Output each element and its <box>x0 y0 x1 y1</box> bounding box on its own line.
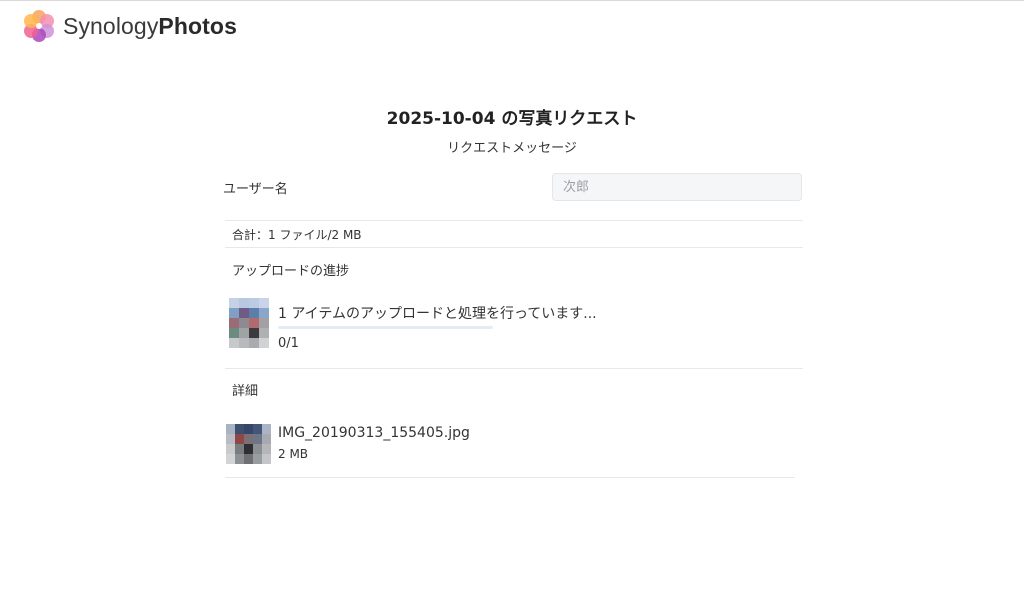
upload-thumbnail <box>229 298 269 348</box>
upload-status-text: 1 アイテムのアップロードと処理を行っています... <box>278 306 597 322</box>
divider <box>225 247 803 248</box>
synology-photos-logo-icon <box>24 10 54 42</box>
file-name: IMG_20190313_155405.jpg <box>278 425 470 441</box>
brand[interactable]: SynologyPhotos <box>22 8 237 44</box>
page-title: 2025-10-04 の写真リクエスト <box>386 109 638 129</box>
brand-name-light: Synology <box>63 13 159 39</box>
brand-name: SynologyPhotos <box>63 9 237 43</box>
username-label: ユーザー名 <box>223 182 288 197</box>
top-border <box>0 0 1024 1</box>
details-title: 詳細 <box>232 384 259 399</box>
divider <box>225 220 803 221</box>
username-input[interactable] <box>552 173 802 201</box>
upload-progress-title: アップロードの進捗 <box>232 264 350 279</box>
brand-name-bold: Photos <box>158 13 237 39</box>
upload-count: 0/1 <box>278 336 299 351</box>
file-thumbnail <box>226 424 271 464</box>
upload-progress-bar <box>278 326 493 329</box>
file-size: 2 MB <box>278 447 309 461</box>
divider <box>225 477 795 478</box>
request-message: リクエストメッセージ <box>447 141 577 156</box>
upload-summary: 合計：1 ファイル/2 MB <box>232 228 362 242</box>
divider <box>225 368 803 369</box>
